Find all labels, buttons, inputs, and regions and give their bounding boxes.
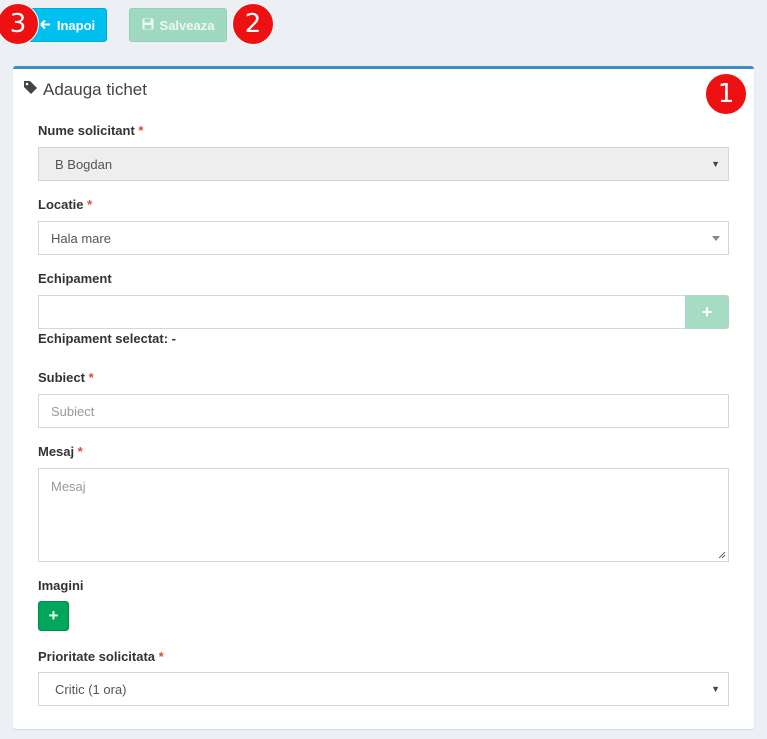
required-mark: * [138,123,144,138]
requester-value: B Bogdan [55,156,113,172]
add-ticket-card: Adauga tichet Nume solicitant * B Bogdan… [13,66,754,729]
resize-handle-icon[interactable] [718,551,726,559]
equipment-input[interactable] [38,295,686,329]
arrow-left-icon [40,18,51,33]
equipment-selected: Echipament selectat: - [38,331,177,346]
message-placeholder: Mesaj [51,479,86,494]
priority-value: Critic (1 ora) [55,681,127,697]
location-label: Locatie * [38,197,93,212]
save-button-label: Salveaza [159,17,215,33]
card-title: Adauga tichet [23,80,147,100]
equipment-label: Echipament [38,271,112,286]
required-mark: * [77,444,83,459]
location-value: Hala mare [51,230,111,246]
requester-select[interactable]: B Bogdan ▼ [38,147,729,181]
subject-input[interactable]: Subiect [38,394,729,428]
tag-icon [23,80,38,100]
caret-down-icon: ▼ [711,159,720,169]
subject-label: Subiect * [38,370,94,385]
save-button[interactable]: Salveaza [129,8,227,42]
message-label: Mesaj * [38,444,83,459]
required-mark: * [158,649,164,664]
floppy-disk-icon [142,18,154,33]
subject-placeholder: Subiect [51,403,95,419]
annotation-badge-2: 2 [232,3,274,45]
card-title-text: Adauga tichet [43,80,147,99]
required-mark: * [87,197,93,212]
location-select[interactable]: Hala mare [38,221,729,255]
caret-down-icon: ▼ [711,684,720,694]
priority-label: Prioritate solicitata * [38,649,164,664]
add-image-button[interactable]: + [38,601,69,631]
message-textarea[interactable]: Mesaj [38,468,729,562]
toolbar: Inapoi Salveaza 3 2 [0,0,767,60]
back-button-label: Inapoi [56,17,96,33]
required-mark: * [88,370,94,385]
add-equipment-button[interactable]: + [685,295,729,329]
requester-label: Nume solicitant * [38,123,144,138]
caret-down-icon [712,236,720,241]
back-button[interactable]: Inapoi [28,8,107,42]
priority-select[interactable]: Critic (1 ora) ▼ [38,672,729,706]
images-label: Imagini [38,578,84,593]
annotation-badge-1: 1 [705,73,747,115]
